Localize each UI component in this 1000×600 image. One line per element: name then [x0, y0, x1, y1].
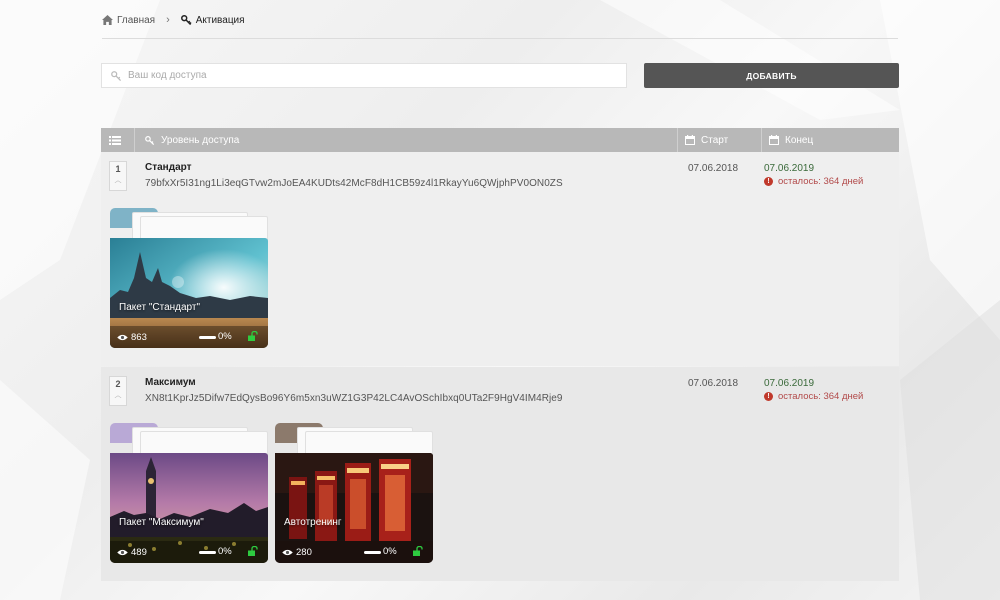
list-icon	[108, 135, 121, 145]
end-date: 07.06.2019	[764, 163, 815, 174]
remaining-days-label: осталось: 364 дней	[778, 176, 864, 187]
eye-icon	[117, 549, 128, 555]
progress-percent: 0%	[218, 546, 232, 557]
breadcrumb-current-label: Активация	[195, 14, 245, 26]
progress-percent: 0%	[218, 331, 232, 342]
column-header-start-label: Старт	[701, 134, 729, 146]
access-level-name: Стандарт	[145, 162, 192, 173]
access-code-value: 79bfxXr5I31ng1Li3eqGTvw2mJoEA4KUDts42McF…	[145, 178, 563, 189]
start-date: 07.06.2018	[688, 163, 739, 174]
package-cover-image: Пакет "Максимум" 489 0%	[110, 453, 268, 563]
access-code-field	[101, 63, 627, 88]
remaining-days-label: осталось: 364 дней	[778, 391, 864, 402]
start-date: 07.06.2018	[688, 378, 739, 389]
views-count: 489	[131, 546, 147, 558]
access-code-input[interactable]	[128, 70, 608, 81]
unlocked-icon	[248, 331, 258, 341]
breadcrumb-home-label: Главная	[117, 14, 156, 26]
table-row: 2 ︿ Максимум XN8t1KprJz5Difw7EdQysBo96Y6…	[101, 367, 899, 581]
remaining-days: ! осталось: 364 дней	[764, 391, 863, 402]
calendar-icon	[769, 135, 779, 145]
unlocked-icon	[248, 546, 258, 556]
package-title: Пакет "Стандарт"	[119, 302, 201, 313]
views-counter: 863	[117, 332, 147, 343]
package-card[interactable]: Автотренинг 280 0%	[275, 423, 433, 563]
unlocked-icon	[413, 546, 423, 556]
column-header-start[interactable]: Старт	[677, 128, 761, 152]
progress-percent: 0%	[383, 546, 397, 557]
column-header-end-label: Конец	[785, 134, 814, 146]
warning-icon: !	[764, 392, 773, 401]
eye-icon	[282, 549, 293, 555]
column-header-level[interactable]: Уровень доступа	[145, 128, 239, 152]
column-header-end[interactable]: Конец	[761, 128, 899, 152]
calendar-icon	[685, 135, 695, 145]
key-icon	[180, 15, 192, 25]
package-cover-image: Пакет "Стандарт" 863 0%	[110, 238, 268, 348]
home-icon	[102, 15, 113, 25]
row-number-toggle[interactable]: 1 ︿	[109, 161, 127, 191]
package-footer: 280 0%	[275, 541, 433, 563]
eye-icon	[117, 334, 128, 340]
table-header: Уровень доступа Старт Конец	[101, 128, 899, 152]
views-counter: 280	[282, 547, 312, 558]
access-level-name: Максимум	[145, 377, 196, 388]
warning-icon: !	[764, 177, 773, 186]
breadcrumb: Главная › Активация	[102, 12, 245, 28]
package-card[interactable]: Пакет "Стандарт" 863 0%	[110, 208, 268, 348]
progress-bar	[199, 336, 216, 339]
package-cover-image: Автотренинг 280 0%	[275, 453, 433, 563]
column-header-level-label: Уровень доступа	[161, 134, 240, 146]
remaining-days: ! осталось: 364 дней	[764, 176, 863, 187]
key-icon	[111, 70, 122, 81]
breadcrumb-home-link[interactable]: Главная	[102, 15, 155, 26]
progress-bar	[364, 551, 381, 554]
package-title: Автотренинг	[284, 517, 342, 528]
row-number: 2	[115, 379, 121, 389]
list-toggle[interactable]	[101, 128, 135, 152]
row-number-toggle[interactable]: 2 ︿	[109, 376, 127, 406]
chevron-up-icon: ︿	[114, 177, 122, 184]
breadcrumb-current: Активация	[180, 14, 245, 26]
add-code-button[interactable]: ДОБАВИТЬ	[644, 63, 899, 88]
views-count: 863	[131, 331, 147, 343]
progress-bar	[199, 551, 216, 554]
package-title: Пакет "Максимум"	[119, 517, 204, 528]
row-number: 1	[115, 164, 121, 174]
package-footer: 863 0%	[110, 326, 268, 348]
views-counter: 489	[117, 547, 147, 558]
package-footer: 489 0%	[110, 541, 268, 563]
breadcrumb-separator: ›	[166, 14, 170, 26]
package-card[interactable]: Пакет "Максимум" 489 0%	[110, 423, 268, 563]
views-count: 280	[296, 546, 312, 558]
end-date: 07.06.2019	[764, 378, 815, 389]
chevron-up-icon: ︿	[114, 392, 122, 399]
key-icon	[145, 135, 155, 145]
access-code-value: XN8t1KprJz5Difw7EdQysBo96Y6m5xn3uWZ1G3P4…	[145, 393, 563, 404]
breadcrumb-divider	[102, 38, 898, 39]
table-row: 1 ︿ Стандарт 79bfxXr5I31ng1Li3eqGTvw2mJo…	[101, 152, 899, 366]
